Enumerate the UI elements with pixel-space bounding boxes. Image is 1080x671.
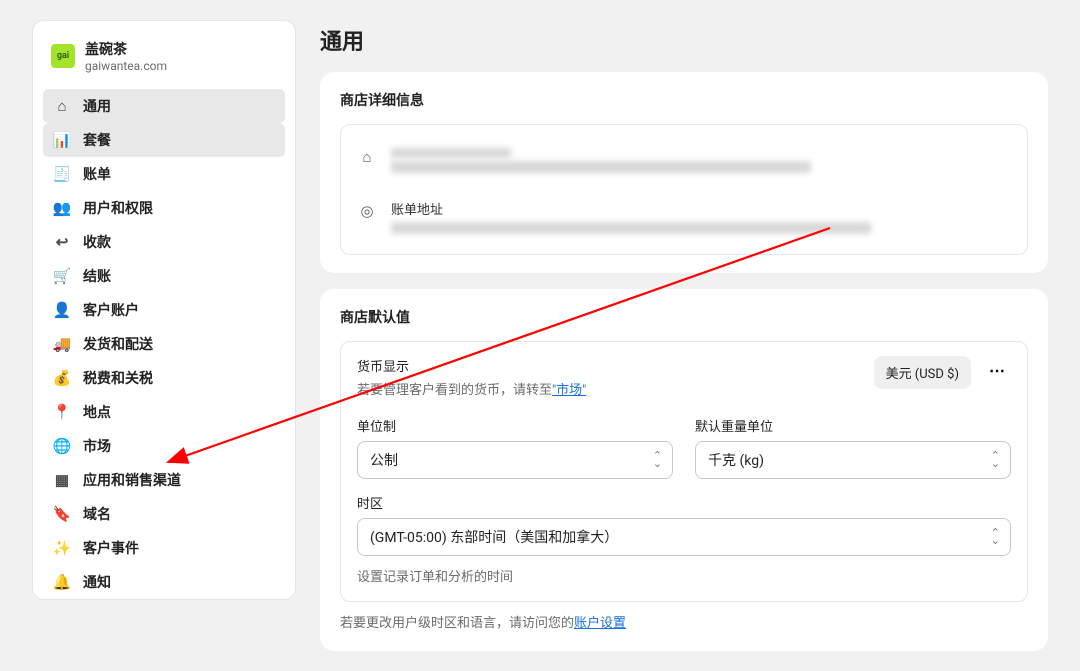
location-icon: ◎: [357, 201, 377, 221]
nav-label: 应用和销售渠道: [83, 470, 181, 490]
nav-item-locations[interactable]: 📍 地点: [43, 395, 285, 429]
grid-icon: ▦: [53, 471, 71, 489]
nav-label: 客户账户: [83, 300, 139, 320]
users-icon: 👥: [53, 199, 71, 217]
select-value: (GMT-05:00) 东部时间（美国和加拿大）: [370, 530, 618, 546]
weight-unit-select[interactable]: 千克 (kg) ⌃⌄: [695, 441, 1011, 479]
nav-item-metafields[interactable]: 🗂 自定义数据: [43, 599, 285, 600]
nav-label: 客户事件: [83, 538, 139, 558]
chevron-updown-icon: ⌃⌄: [991, 529, 1000, 545]
nav-label: 通用: [83, 96, 111, 116]
receipt-icon: 🧾: [53, 165, 71, 183]
select-value: 千克 (kg): [708, 453, 764, 469]
tag-icon: 🔖: [53, 505, 71, 523]
spark-icon: ✨: [53, 539, 71, 557]
store-domain: gaiwantea.com: [85, 59, 167, 73]
pin-icon: 📍: [53, 403, 71, 421]
chevron-updown-icon: ⌃⌄: [991, 452, 1000, 468]
redacted-billing: [391, 222, 871, 234]
defaults-footer: 若要更改用户级时区和语言，请访问您的账户设置: [340, 612, 1028, 631]
money-icon: 💰: [53, 369, 71, 387]
currency-value-chip: 美元 (USD $): [874, 356, 971, 389]
timezone-help: 设置记录订单和分析的时间: [357, 566, 1011, 585]
redacted-address: [391, 161, 811, 173]
billing-row[interactable]: ◎ 账单地址: [357, 193, 1011, 240]
chart-icon: 📊: [53, 131, 71, 149]
nav-label: 通知: [83, 572, 111, 592]
nav-label: 账单: [83, 164, 111, 184]
card-title: 商店详细信息: [340, 90, 1028, 110]
page-title: 通用: [320, 20, 1048, 56]
return-icon: ↩: [53, 233, 71, 251]
nav-label: 用户和权限: [83, 198, 153, 218]
nav-label: 域名: [83, 504, 111, 524]
store-row[interactable]: ⌂: [357, 139, 1011, 179]
store-name: 盖碗茶: [85, 39, 167, 59]
nav-label: 发货和配送: [83, 334, 153, 354]
main: 通用 商店详细信息 ⌂ ◎ 账单地址: [320, 20, 1048, 651]
store-header[interactable]: gai 盖碗茶 gaiwantea.com: [43, 35, 285, 87]
card-title: 商店默认值: [340, 307, 1028, 327]
nav-item-events[interactable]: ✨ 客户事件: [43, 531, 285, 565]
nav-item-markets[interactable]: 🌐 市场: [43, 429, 285, 463]
store-defaults-card: 商店默认值 货币显示 若要管理客户看到的货币，请转至"市场" 美元 (USD $…: [320, 289, 1048, 651]
nav-item-billing[interactable]: 🧾 账单: [43, 157, 285, 191]
home-icon: ⌂: [53, 97, 71, 115]
nav-item-apps[interactable]: ▦ 应用和销售渠道: [43, 463, 285, 497]
currency-label: 货币显示: [357, 356, 862, 375]
redacted-name: [391, 148, 511, 158]
truck-icon: 🚚: [53, 335, 71, 353]
nav-item-accounts[interactable]: 👤 客户账户: [43, 293, 285, 327]
nav-item-payments[interactable]: ↩ 收款: [43, 225, 285, 259]
store-icon: ⌂: [357, 147, 377, 167]
nav-label: 套餐: [83, 130, 111, 150]
nav-item-notifications[interactable]: 🔔 通知: [43, 565, 285, 599]
nav-item-checkout[interactable]: 🛒 结账: [43, 259, 285, 293]
timezone-select[interactable]: (GMT-05:00) 东部时间（美国和加拿大） ⌃⌄: [357, 518, 1011, 556]
unit-system-label: 单位制: [357, 416, 673, 435]
nav-label: 地点: [83, 402, 111, 422]
currency-help: 若要管理客户看到的货币，请转至"市场": [357, 379, 862, 398]
account-settings-link[interactable]: 账户设置: [574, 616, 626, 631]
store-details-card: 商店详细信息 ⌂ ◎ 账单地址: [320, 72, 1048, 273]
nav-item-users[interactable]: 👥 用户和权限: [43, 191, 285, 225]
sidebar: gai 盖碗茶 gaiwantea.com ⌂ 通用 📊 套餐 🧾 账单 👥 用…: [32, 20, 296, 600]
nav-label: 结账: [83, 266, 111, 286]
select-value: 公制: [370, 453, 398, 469]
billing-label: 账单地址: [391, 199, 1011, 218]
chevron-updown-icon: ⌃⌄: [653, 452, 662, 468]
nav-item-shipping[interactable]: 🚚 发货和配送: [43, 327, 285, 361]
markets-link[interactable]: "市场": [552, 383, 586, 398]
nav-item-general[interactable]: ⌂ 通用: [43, 89, 285, 123]
person-icon: 👤: [53, 301, 71, 319]
currency-row: 货币显示 若要管理客户看到的货币，请转至"市场" 美元 (USD $) ⋯: [340, 341, 1028, 412]
nav-item-taxes[interactable]: 💰 税费和关税: [43, 361, 285, 395]
cart-icon: 🛒: [53, 267, 71, 285]
globe-icon: 🌐: [53, 437, 71, 455]
timezone-label: 时区: [357, 493, 1011, 512]
nav-label: 市场: [83, 436, 111, 456]
nav-list: ⌂ 通用 📊 套餐 🧾 账单 👥 用户和权限 ↩ 收款 🛒 结账: [43, 89, 285, 600]
more-button[interactable]: ⋯: [983, 356, 1011, 384]
unit-system-select[interactable]: 公制 ⌃⌄: [357, 441, 673, 479]
weight-unit-label: 默认重量单位: [695, 416, 1011, 435]
nav-label: 税费和关税: [83, 368, 153, 388]
nav-label: 收款: [83, 232, 111, 252]
nav-item-plan[interactable]: 📊 套餐: [43, 123, 285, 157]
nav-item-domains[interactable]: 🔖 域名: [43, 497, 285, 531]
bell-icon: 🔔: [53, 573, 71, 591]
store-logo: gai: [51, 44, 75, 68]
